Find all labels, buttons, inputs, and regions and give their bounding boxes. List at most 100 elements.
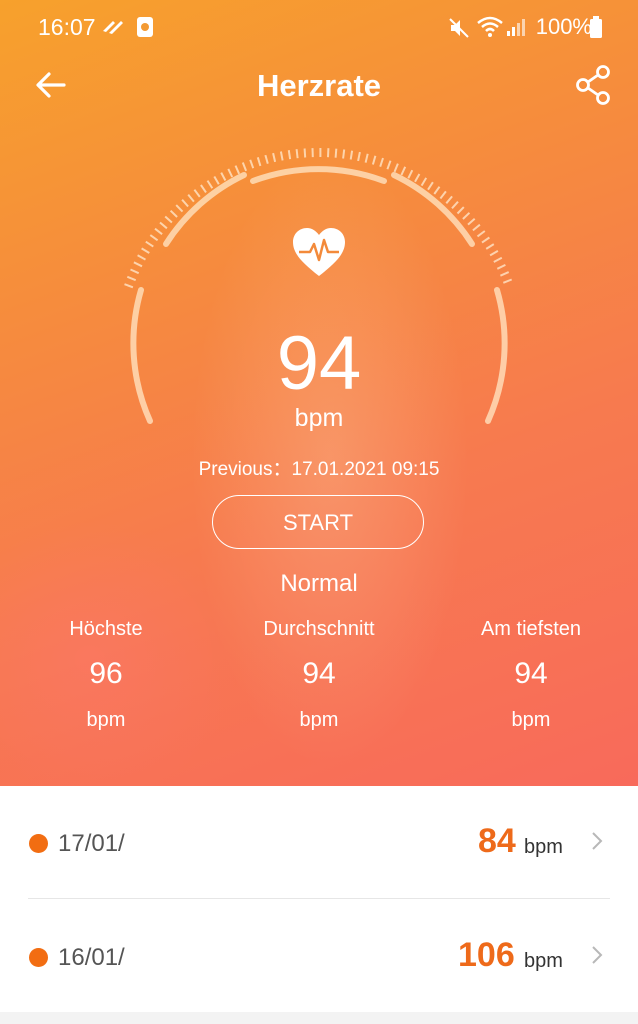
gauge-tick: [187, 193, 195, 203]
gauge-tick: [141, 247, 150, 254]
heart-rate-unit: bpm: [294, 404, 344, 432]
heart-pulse-icon: [293, 228, 345, 276]
gauge-tick: [220, 172, 227, 181]
previous-measurement: Previous：17.01.2021 09:15: [198, 459, 440, 480]
share-icon[interactable]: [574, 64, 614, 106]
heart-rate-value: 94: [276, 321, 362, 406]
history-row[interactable]: 16/01/ 106 bpm: [28, 900, 610, 1013]
status-bar: 16:07 100%: [0, 0, 638, 56]
gauge-tick: [485, 243, 495, 250]
gauge-segment: [250, 166, 387, 184]
gauge-tick: [181, 199, 189, 208]
heart-rate-status: Normal: [280, 570, 358, 597]
page-title: Herzrate: [256, 68, 382, 103]
history-value: 84: [478, 822, 516, 860]
battery-percentage: 100%: [535, 14, 592, 39]
gauge-tick: [303, 148, 307, 158]
gauge-tick: [256, 157, 262, 167]
stat-average: Durchschnitt 94 bpm: [209, 618, 429, 732]
chevron-right-icon: [592, 946, 603, 964]
gauge-tick: [489, 250, 499, 257]
gauge-tick: [130, 268, 140, 275]
gauge-tick: [476, 230, 486, 238]
wifi-icon: [477, 16, 503, 37]
stat-label: Höchste: [69, 618, 143, 640]
gauge-tick: [234, 165, 241, 175]
stat-label: Durchschnitt: [263, 618, 375, 640]
gauge-tick: [193, 189, 201, 198]
gauge-tick: [445, 195, 453, 204]
gauge-tick: [200, 184, 207, 193]
stat-value: 94: [302, 657, 336, 690]
stat-highest: Höchste 96 bpm: [0, 618, 216, 732]
top-bar: Herzrate: [0, 56, 638, 120]
gauge-tick: [249, 159, 255, 169]
gauge-tick: [467, 217, 476, 226]
gauge-tick: [386, 160, 392, 170]
gauge-tick: [493, 256, 503, 263]
status-dot: [29, 948, 48, 967]
list-bottom-strip: [0, 1012, 638, 1024]
gauge-tick: [379, 157, 384, 168]
gauge-tick: [159, 221, 168, 230]
gauge-tick: [502, 278, 513, 284]
chevron-right-icon: [592, 832, 603, 850]
history-value: 106: [458, 936, 515, 974]
gauge-tick: [287, 150, 292, 160]
gauge-tick: [213, 175, 220, 185]
gauge-tick: [295, 149, 299, 159]
app-notification-icon: [103, 21, 123, 34]
gauge-tick: [124, 283, 134, 289]
gauge-tick: [264, 154, 269, 164]
history-list: 17/01/ 84 bpm 16/01/ 106 bpm: [0, 786, 638, 1024]
history-unit: bpm: [524, 950, 563, 972]
gauge-tick: [169, 209, 178, 218]
gauge-tick: [149, 234, 159, 242]
stat-unit: bpm: [299, 709, 339, 731]
gauge-tick: [145, 240, 154, 248]
gauge-tick: [456, 206, 465, 215]
history-unit: bpm: [524, 836, 563, 858]
gauge-tick: [175, 204, 184, 213]
history-date: 16/01/: [58, 944, 125, 971]
gauge-tick: [407, 169, 414, 179]
gauge-tick: [126, 275, 137, 282]
stat-unit: bpm: [86, 709, 126, 731]
gauge-tick: [371, 155, 377, 165]
gauge-tick: [414, 173, 421, 183]
stat-lowest: Am tiefsten 94 bpm: [421, 618, 638, 732]
gauge-tick: [500, 271, 510, 277]
app-notification-icon: [137, 17, 153, 37]
hero-panel: 16:07 100% Herzrate 94 bpm Previous：17.0…: [0, 0, 638, 786]
gauge-tick: [334, 148, 338, 158]
status-dot: [29, 834, 48, 853]
history-date: 17/01/: [58, 830, 125, 857]
gauge-tick: [342, 149, 346, 159]
gauge-tick: [206, 180, 214, 189]
gauge-tick: [349, 150, 354, 160]
mute-icon: [449, 18, 469, 38]
gauge-tick: [400, 166, 407, 176]
gauge-tick: [420, 177, 428, 187]
gauge-tick: [427, 181, 434, 191]
status-time: 16:07: [38, 14, 96, 40]
history-row[interactable]: 17/01/ 84 bpm: [28, 786, 610, 899]
gauge-tick: [279, 151, 284, 161]
gauge-tick: [357, 151, 361, 162]
gauge-tick: [364, 153, 369, 163]
gauge-tick: [227, 168, 234, 178]
gauge-tick: [133, 261, 143, 268]
gauge-segment: [163, 172, 247, 247]
gauge-tick: [481, 236, 490, 244]
gauge-tick: [462, 212, 471, 220]
gauge-tick: [164, 215, 173, 224]
gauge-tick: [241, 162, 248, 172]
gauge-tick: [272, 152, 277, 163]
stat-value: 96: [89, 657, 123, 690]
battery-icon: [590, 16, 602, 38]
signal-icon: [507, 19, 525, 36]
stat-value: 94: [514, 657, 548, 690]
start-button[interactable]: START: [212, 495, 424, 549]
stat-unit: bpm: [511, 709, 551, 731]
gauge-tick: [472, 223, 481, 232]
